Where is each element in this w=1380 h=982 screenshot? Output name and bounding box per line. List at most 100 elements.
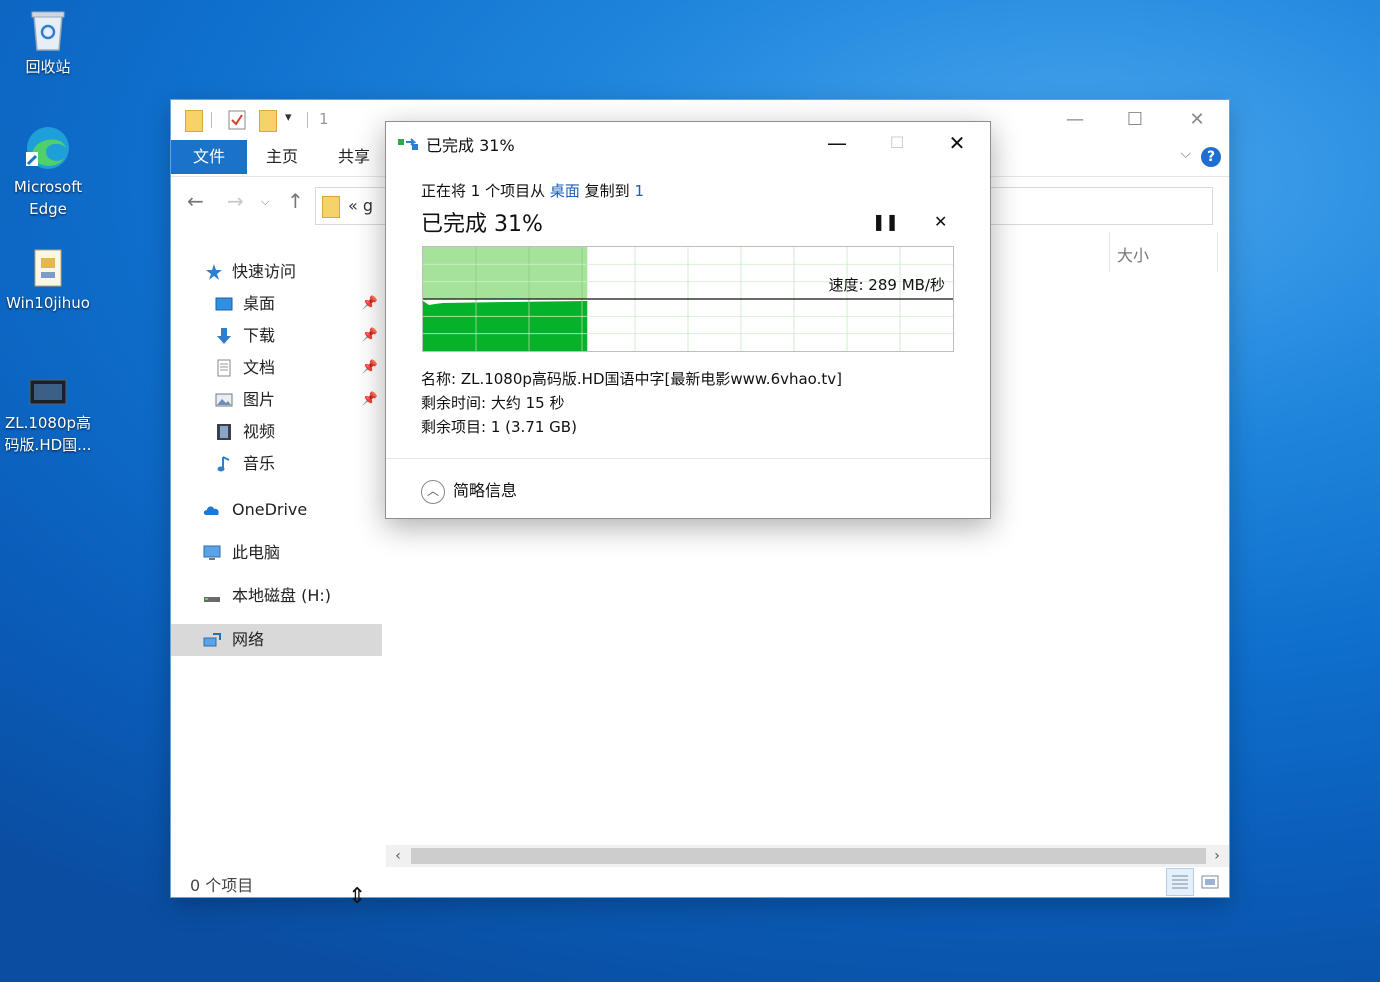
sidebar-item-label: OneDrive xyxy=(232,500,308,519)
hard-drive-icon xyxy=(204,597,220,602)
sidebar-item-documents[interactable]: 文档 📌 xyxy=(171,352,382,384)
sidebar-item-network[interactable]: 网络 xyxy=(171,624,382,656)
film-icon xyxy=(217,424,231,440)
sidebar-item-local-disk[interactable]: 本地磁盘 (H:) xyxy=(171,580,382,612)
sidebar-item-quick-access[interactable]: 快速访问 xyxy=(171,256,382,288)
document-app-icon xyxy=(34,249,62,287)
column-separator[interactable] xyxy=(1217,232,1218,272)
sidebar-item-label: 快速访问 xyxy=(232,262,297,281)
desktop-icon-label: 回收站 xyxy=(25,58,71,76)
tab-share[interactable]: 共享 xyxy=(329,140,379,174)
minimize-button[interactable]: — xyxy=(1045,100,1105,140)
up-button[interactable]: ↑ xyxy=(287,189,304,213)
sidebar-item-label: 网络 xyxy=(232,630,265,649)
customize-toolbar-icon[interactable]: ▾ xyxy=(285,110,292,125)
close-button[interactable]: ✕ xyxy=(934,128,980,158)
back-button[interactable]: ← xyxy=(187,189,204,213)
toolbar-separator xyxy=(211,112,212,128)
copy-description-prefix: 正在将 1 个项目从 xyxy=(421,182,546,200)
tab-file[interactable]: 文件 xyxy=(171,140,247,174)
desktop-icon-recycle-bin[interactable]: 回收站 xyxy=(0,8,96,78)
minimize-button[interactable]: — xyxy=(814,128,860,158)
status-item-count: 0 个项目 xyxy=(190,876,254,895)
download-arrow-icon xyxy=(217,328,231,344)
horizontal-scrollbar[interactable]: ‹ › xyxy=(386,845,1229,867)
sidebar-item-desktop[interactable]: 桌面 📌 xyxy=(171,288,382,320)
desktop-icon-win10jihuo[interactable]: Win10jihuo xyxy=(0,248,96,314)
sidebar-item-label: 图片 xyxy=(243,390,276,409)
dialog-divider xyxy=(386,458,990,459)
folder-icon xyxy=(322,196,340,218)
sidebar-item-music[interactable]: 音乐 xyxy=(171,448,382,480)
sidebar-item-label: 下载 xyxy=(243,326,276,345)
sidebar-item-label: 视频 xyxy=(243,422,276,441)
column-header-size[interactable]: 大小 xyxy=(1117,242,1149,266)
sidebar-item-videos[interactable]: 视频 xyxy=(171,416,382,448)
pin-icon[interactable]: 📌 xyxy=(362,320,378,352)
window-title: 1 xyxy=(319,110,329,128)
copy-progress-dialog[interactable]: 已完成 31% — ☐ ✕ 正在将 1 个项目从 桌面 复制到 1 已完成 31… xyxy=(385,121,991,519)
scrollbar-thumb[interactable] xyxy=(411,848,1206,864)
pin-icon[interactable]: 📌 xyxy=(362,352,378,384)
items-remaining: 剩余项目: 1 (3.71 GB) xyxy=(421,418,577,436)
recycle-bin-icon xyxy=(31,11,65,51)
destination-link[interactable]: 1 xyxy=(634,182,644,200)
properties-icon[interactable] xyxy=(228,110,246,130)
forward-button[interactable]: → xyxy=(227,189,244,213)
computer-icon xyxy=(203,545,221,560)
sidebar-item-label: 桌面 xyxy=(243,294,276,313)
time-remaining: 剩余时间: 大约 15 秒 xyxy=(421,394,565,412)
desktop-icon-video-file[interactable]: ZL.1080p高码版.HD国... xyxy=(0,376,96,456)
network-icon xyxy=(203,633,221,647)
file-name: 名称: ZL.1080p高码版.HD国语中字[最新电影www.6vhao.tv] xyxy=(421,370,842,388)
transfer-speed-graph: 速度: 289 MB/秒 xyxy=(422,246,954,352)
cloud-icon xyxy=(203,506,219,515)
details-view-icon[interactable] xyxy=(1166,868,1194,896)
transfer-speed: 速度: 289 MB/秒 xyxy=(828,276,945,294)
fewer-details-label: 简略信息 xyxy=(453,481,518,500)
chevron-up-icon: ︿ xyxy=(421,479,445,504)
source-link[interactable]: 桌面 xyxy=(550,182,580,200)
document-icon xyxy=(217,359,231,377)
help-icon[interactable]: ? xyxy=(1201,147,1221,167)
pin-icon[interactable]: 📌 xyxy=(362,384,378,416)
scroll-right-icon[interactable]: › xyxy=(1207,845,1227,867)
new-folder-icon[interactable] xyxy=(259,110,277,132)
folder-icon xyxy=(185,110,203,132)
progress-percentage: 已完成 31% xyxy=(421,212,543,237)
chevron-down-icon[interactable]: ⌵ xyxy=(1180,146,1191,162)
cancel-copy-button[interactable]: ✕ xyxy=(934,212,947,231)
picture-icon xyxy=(215,393,233,407)
maximize-button: ☐ xyxy=(889,133,905,152)
pause-button[interactable]: ❚❚ xyxy=(872,212,899,231)
sidebar-item-label: 音乐 xyxy=(243,454,276,473)
resize-cursor-icon: ⇕ xyxy=(348,884,367,909)
column-separator[interactable] xyxy=(1109,232,1110,272)
sidebar-item-pictures[interactable]: 图片 📌 xyxy=(171,384,382,416)
copy-description: 正在将 1 个项目从 桌面 复制到 1 xyxy=(421,180,644,201)
file-copy-icon xyxy=(398,138,418,150)
desktop-icon-label: ZL.1080p高码版.HD国... xyxy=(4,414,92,454)
close-button[interactable]: ✕ xyxy=(1167,100,1227,140)
address-breadcrumb[interactable]: « g xyxy=(348,196,373,215)
desktop-icon-label: Win10jihuo xyxy=(6,294,90,312)
recent-locations-chevron-icon[interactable]: ⌵ xyxy=(261,195,269,209)
toolbar-separator xyxy=(307,112,308,128)
scroll-left-icon[interactable]: ‹ xyxy=(388,845,408,867)
desktop-icon-edge[interactable]: Microsoft Edge xyxy=(0,124,96,220)
tab-home[interactable]: 主页 xyxy=(257,140,307,174)
pin-icon[interactable]: 📌 xyxy=(362,288,378,320)
dialog-title: 已完成 31% xyxy=(426,136,515,155)
music-note-icon xyxy=(217,456,230,472)
sidebar-item-onedrive[interactable]: OneDrive xyxy=(171,494,382,526)
sidebar-item-downloads[interactable]: 下载 📌 xyxy=(171,320,382,352)
sidebar-item-label: 此电脑 xyxy=(232,543,281,562)
progress-fill-upper xyxy=(423,247,588,299)
sidebar-item-label: 本地磁盘 (H:) xyxy=(232,586,331,605)
edge-icon xyxy=(26,127,69,169)
copy-description-mid: 复制到 xyxy=(584,182,630,200)
fewer-details-button[interactable]: ︿ 简略信息 xyxy=(421,477,517,504)
large-icons-view-icon[interactable] xyxy=(1196,868,1224,896)
maximize-button[interactable]: ☐ xyxy=(1105,100,1165,140)
sidebar-item-this-pc[interactable]: 此电脑 xyxy=(171,537,382,569)
